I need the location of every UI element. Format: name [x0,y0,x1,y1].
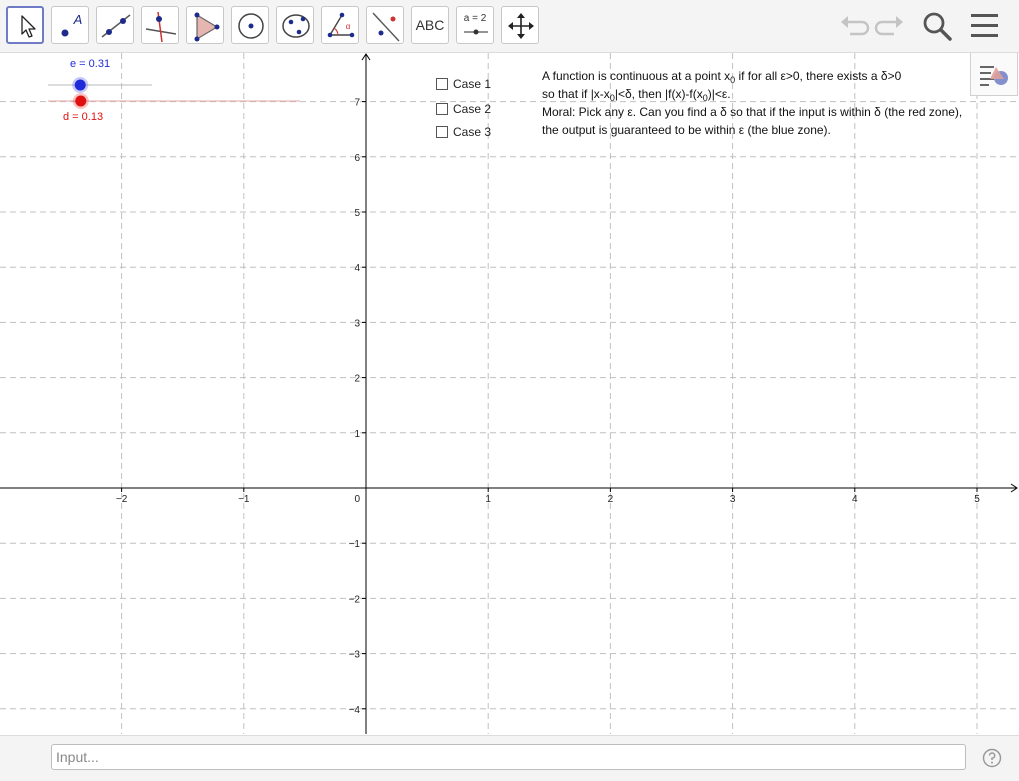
delta-slider-label: d = 0.13 [63,111,104,123]
y-tick-label: −3 [349,650,361,661]
style-bar-icon [980,66,1008,86]
delta-slider-knob[interactable] [75,95,87,107]
cursor-arrow-icon [21,15,36,38]
graphics-view[interactable]: −2 −1 1 2 3 4 5 7 6 5 4 3 2 1 −1 −2 −3 −4 0 e = 0.31 d = 0… [0,53,1019,734]
x-tick-label: 5 [974,494,980,505]
checkbox-case-3-box[interactable] [436,126,448,138]
y-tick-label: 7 [354,98,360,109]
style-bar-toggle-button[interactable] [970,53,1018,96]
x-tick-label: 2 [608,494,614,505]
checkbox-case-3[interactable]: Case 3 [436,124,491,140]
input-help-button[interactable] [982,748,1002,768]
slider-icon [464,29,488,35]
y-tick-label: 5 [354,208,360,219]
undo-button[interactable] [836,8,872,44]
polygon-tool-button[interactable] [186,6,224,44]
redo-icon [874,16,903,36]
perpendicular-line-tool-button[interactable] [141,6,179,44]
search-button[interactable] [919,8,955,44]
checkbox-case-3-label: Case 3 [453,125,492,139]
text-tool-label: ABC [415,17,445,33]
checkbox-case-1[interactable]: Case 1 [436,76,491,92]
y-tick-label: 1 [354,429,360,440]
move-graphics-view-tool-button[interactable] [501,6,539,44]
conic-tool-button[interactable] [276,6,314,44]
point-tool-letter: A [73,11,83,27]
checkbox-case-2-box[interactable] [436,103,448,115]
epsilon-slider-knob[interactable] [74,79,86,91]
toolbar: A α ABC a = 2 [0,0,1019,53]
line-icon [101,14,131,38]
y-tick-label: −1 [349,539,361,550]
reflect-tool-button[interactable] [366,6,404,44]
x-tick-label: 1 [485,494,491,505]
origin-label: 0 [354,494,360,505]
description-line-2: so that if |x-x0|<δ, then |f(x)-f(x0)|<ε… [542,87,731,103]
description-line-4: the output is guaranteed to be within ε … [542,123,831,137]
description-line-1: A function is continuous at a point x0 i… [542,69,902,85]
line-tool-button[interactable] [96,6,134,44]
undo-icon [841,16,870,36]
perpendicular-line-icon [145,11,177,43]
y-tick-label: 3 [354,318,360,329]
algebra-input-bar [0,735,1019,781]
y-tick-label: −2 [349,594,361,605]
checkbox-case-2-label: Case 2 [453,102,492,116]
text-tool-button[interactable]: ABC [411,6,449,44]
move-tool-button[interactable] [6,6,44,44]
continuity-description-text: A function is continuous at a point x0 i… [542,67,982,139]
circle-icon [238,13,264,39]
redo-button[interactable] [872,8,908,44]
x-tick-label: −1 [238,494,250,505]
ellipse-icon [282,14,310,38]
search-icon [923,12,952,41]
epsilon-slider-label: e = 0.31 [70,58,111,70]
slider-tool-button[interactable]: a = 2 [456,6,494,44]
point-tool-button[interactable]: A [51,6,89,44]
move-arrows-icon [508,13,534,39]
algebra-input-field[interactable] [51,744,966,770]
checkbox-case-2[interactable]: Case 2 [436,101,491,117]
y-tick-label: −4 [349,705,361,716]
menu-icon [971,14,998,37]
angle-tool-letter: α [345,21,351,31]
y-tick-label: 2 [354,374,360,385]
x-tick-label: 3 [730,494,736,505]
x-tick-label: 4 [852,494,858,505]
polygon-icon [194,12,220,42]
description-line-3: Moral: Pick any ε. Can you find a δ so t… [542,105,963,119]
angle-tool-button[interactable]: α [321,6,359,44]
graph-canvas[interactable]: −2 −1 1 2 3 4 5 7 6 5 4 3 2 1 −1 −2 −3 −4 0 [0,53,1019,734]
main-menu-button[interactable] [966,8,1002,44]
x-tick-label: −2 [116,494,128,505]
reflect-icon [372,12,400,42]
help-icon [982,748,1002,768]
y-tick-label: 4 [354,263,360,274]
checkbox-case-1-label: Case 1 [453,77,492,91]
circle-tool-button[interactable] [231,6,269,44]
checkbox-case-1-box[interactable] [436,78,448,90]
y-tick-label: 6 [354,153,360,164]
